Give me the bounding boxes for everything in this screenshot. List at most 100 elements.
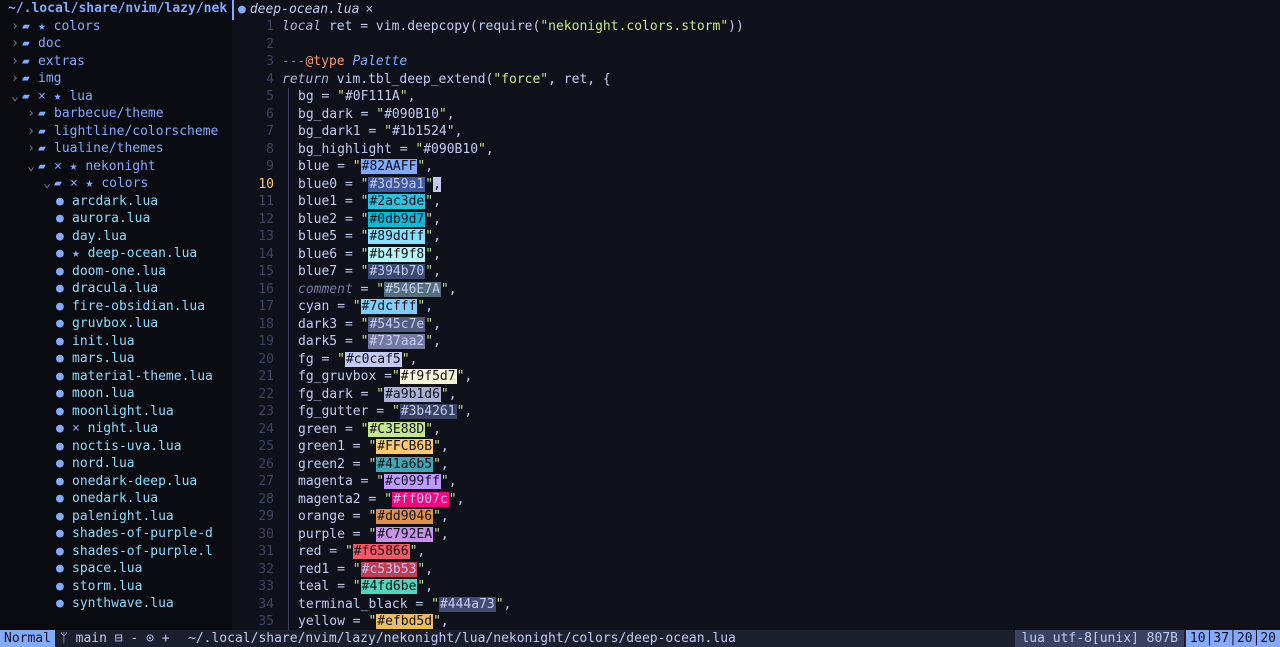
lua-icon: ●: [56, 246, 64, 261]
tree-folder[interactable]: › ▰ barbecue/theme: [0, 105, 232, 123]
color-value: #c099ff: [384, 474, 441, 489]
code-line[interactable]: 4 return vim.tbl_deep_extend("force", ret…: [232, 71, 1280, 89]
code-line[interactable]: 12 blue2 = "#0db9d7",: [232, 210, 1280, 228]
tab-deep-ocean[interactable]: ● deep-ocean.lua ×: [232, 0, 382, 20]
code-line[interactable]: 7 bg_dark1 = "#1b1524",: [232, 123, 1280, 141]
code-line[interactable]: 8 bg_highlight = "#090B10",: [232, 140, 1280, 158]
code-line[interactable]: 13 blue5 = "#89ddff",: [232, 228, 1280, 246]
tree-file[interactable]: ● init.lua: [0, 333, 232, 351]
tree-file[interactable]: ● fire-obsidian.lua: [0, 298, 232, 316]
tree-file[interactable]: ● onedark-deep.lua: [0, 473, 232, 491]
tree-folder[interactable]: ⌄ ▰ × ★ colors: [0, 175, 232, 193]
tree-file[interactable]: ● ★ deep-ocean.lua: [0, 245, 232, 263]
code-line[interactable]: 6 bg_dark = "#090B10",: [232, 105, 1280, 123]
close-icon[interactable]: ×: [365, 2, 373, 17]
code-line[interactable]: 29 orange = "#dd9046",: [232, 508, 1280, 526]
line-number: 6: [266, 106, 274, 122]
code-line[interactable]: 27 magenta = "#c099ff",: [232, 473, 1280, 491]
tree-file[interactable]: ● onedark.lua: [0, 490, 232, 508]
tree-file[interactable]: ● palenight.lua: [0, 508, 232, 526]
tree-item-label: shades-of-purple.l: [72, 543, 213, 559]
color-value: #545c7e: [368, 316, 426, 332]
tree-file[interactable]: ● synthwave.lua: [0, 595, 232, 613]
code-line[interactable]: 23 fg_gutter = "#3b4261",: [232, 403, 1280, 421]
folder-icon: ▰: [22, 36, 30, 51]
tree-file[interactable]: ● shades-of-purple.l: [0, 543, 232, 561]
code-line[interactable]: 24 green = "#C3E88D",: [232, 420, 1280, 438]
line-number: 31: [258, 544, 274, 559]
code-line[interactable]: 15 blue7 = "#394b70",: [232, 263, 1280, 281]
line-number: 10: [258, 176, 274, 192]
code-line[interactable]: 5 bg = "#0F111A",: [232, 88, 1280, 106]
palette-entry: blue1 = "#2ac3de",: [288, 193, 441, 211]
color-value: #0db9d7: [368, 211, 426, 227]
tree-folder[interactable]: › ▰ extras: [0, 53, 232, 71]
tree-file[interactable]: ● space.lua: [0, 560, 232, 578]
tree-file[interactable]: ● doom-one.lua: [0, 263, 232, 281]
color-value: #41a6b5: [376, 456, 434, 472]
tree-file[interactable]: ● nord.lua: [0, 455, 232, 473]
tree-file[interactable]: ● storm.lua: [0, 578, 232, 596]
code-line[interactable]: 25 green1 = "#FFCB6B",: [232, 438, 1280, 456]
code-line[interactable]: 1 local ret = vim.deepcopy(require("nekon…: [232, 18, 1280, 36]
code-line[interactable]: 28 magenta2 = "#ff007c",: [232, 490, 1280, 508]
explorer-root-path[interactable]: ~/.local/share/nvim/lazy/nek: [0, 0, 232, 18]
code-line[interactable]: 17 cyan = "#7dcfff",: [232, 298, 1280, 316]
tree-file[interactable]: ● gruvbox.lua: [0, 315, 232, 333]
tree-file[interactable]: ● shades-of-purple-d: [0, 525, 232, 543]
tree-folder[interactable]: › ▰ lualine/themes: [0, 140, 232, 158]
line-number: 21: [258, 369, 274, 384]
tree-folder[interactable]: ⌄ ▰ × ★ nekonight: [0, 158, 232, 176]
tree-folder[interactable]: ⌄ ▰ × ★ lua: [0, 88, 232, 106]
tree-item-label: colors: [101, 176, 149, 191]
tree-file[interactable]: ● day.lua: [0, 228, 232, 246]
tree-file[interactable]: ● arcdark.lua: [0, 193, 232, 211]
tree-item-label: synthwave.lua: [72, 596, 174, 611]
color-value: #efbd5d: [376, 614, 434, 629]
code-line[interactable]: 32 red1 = "#c53b53",: [232, 560, 1280, 578]
line-number: 27: [258, 474, 274, 489]
code-line[interactable]: 19 dark5 = "#737aa2",: [232, 333, 1280, 351]
code-line[interactable]: 26 green2 = "#41a6b5",: [232, 455, 1280, 473]
code-line[interactable]: 14 blue6 = "#b4f9f8",: [232, 245, 1280, 263]
tree-item-label: onedark-deep.lua: [72, 473, 198, 489]
code-line[interactable]: 9 blue = "#82AAFF",: [232, 158, 1280, 176]
tree-item-label: doc: [38, 36, 62, 51]
tree-item-label: fire-obsidian.lua: [72, 298, 206, 314]
code-line[interactable]: 20 fg = "#c0caf5",: [232, 350, 1280, 368]
lua-icon: ●: [56, 263, 64, 279]
code-line[interactable]: 3 ---@type Palette: [232, 53, 1280, 71]
tree-file[interactable]: ● aurora.lua: [0, 210, 232, 228]
code-line[interactable]: 11 blue1 = "#2ac3de",: [232, 193, 1280, 211]
tree-folder[interactable]: › ▰ img: [0, 70, 232, 88]
tree-file[interactable]: ● noctis-uva.lua: [0, 438, 232, 456]
tree-folder[interactable]: › ▰ ★ colors: [0, 18, 232, 36]
palette-entry: magenta = "#c099ff",: [288, 473, 457, 491]
tree-item-label: nekonight: [85, 158, 156, 174]
code-line[interactable]: 35 yellow = "#efbd5d",: [232, 613, 1280, 630]
lua-icon: ●: [56, 473, 64, 489]
tree-folder[interactable]: › ▰ doc: [0, 35, 232, 53]
tree-folder[interactable]: › ▰ lightline/colorscheme: [0, 123, 232, 141]
code-line[interactable]: 22 fg_dark = "#a9b1d6",: [232, 385, 1280, 403]
tree-file[interactable]: ● × night.lua: [0, 420, 232, 438]
code-editor[interactable]: 1 local ret = vim.deepcopy(require("nekon…: [232, 18, 1280, 630]
tree-file[interactable]: ● dracula.lua: [0, 280, 232, 298]
code-line[interactable]: 10 blue0 = "#3d59a1",: [232, 175, 1280, 193]
tree-file[interactable]: ● material-theme.lua: [0, 368, 232, 386]
tree-file[interactable]: ● moon.lua: [0, 385, 232, 403]
tree-file[interactable]: ● mars.lua: [0, 350, 232, 368]
tree-file[interactable]: ● moonlight.lua: [0, 403, 232, 421]
code-line[interactable]: 34 terminal_black = "#444a73",: [232, 595, 1280, 613]
code-line[interactable]: 21 fg_gruvbox ="#f9f5d7",: [232, 368, 1280, 386]
code-line[interactable]: 18 dark3 = "#545c7e",: [232, 315, 1280, 333]
code-line[interactable]: 30 purple = "#C792EA",: [232, 525, 1280, 543]
palette-entry: fg_gruvbox ="#f9f5d7",: [288, 368, 472, 386]
code-line[interactable]: 31 red = "#f65866",: [232, 543, 1280, 561]
color-value: #090B10: [423, 141, 479, 157]
code-line[interactable]: 33 teal = "#4fd6be",: [232, 578, 1280, 596]
color-value: #444a73: [438, 596, 496, 612]
code-line[interactable]: 16 comment = "#546E7A",: [232, 280, 1280, 298]
code-line[interactable]: 2: [232, 36, 1280, 54]
lua-icon: ●: [56, 316, 64, 331]
